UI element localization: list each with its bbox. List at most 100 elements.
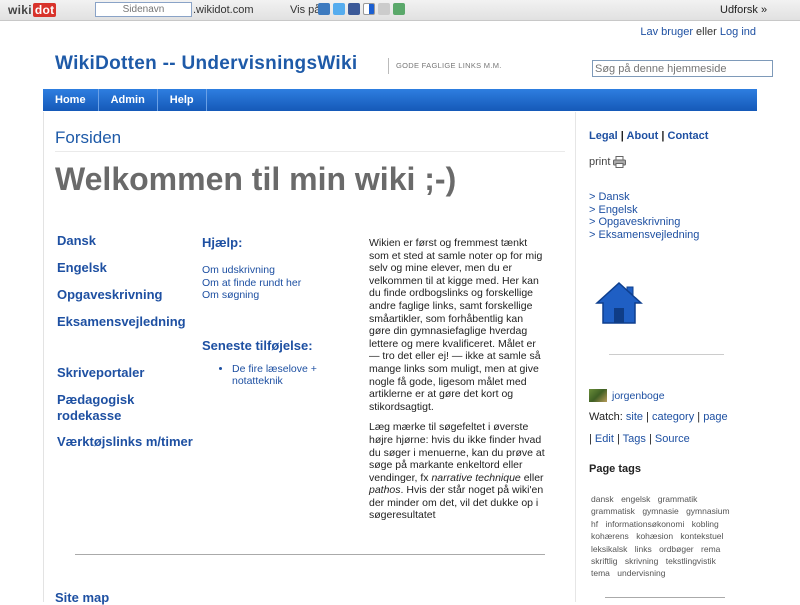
domain-suffix: .wikidot.com bbox=[193, 4, 254, 16]
welcome-heading: Welkommen til min wiki ;-) bbox=[55, 161, 457, 197]
link-engelsk[interactable]: Engelsk bbox=[57, 260, 193, 276]
page-actions: | Edit | Tags | Source bbox=[589, 433, 690, 445]
recent-list: De fire læselove + notatteknik bbox=[202, 363, 352, 387]
tag-link[interactable]: kobling bbox=[692, 519, 719, 529]
intro-text: Wikien er først og fremmest tænkt som et… bbox=[369, 237, 547, 530]
tag-link[interactable]: tekstlingvistik bbox=[666, 556, 716, 566]
wikidot-top-bar: wikidot .wikidot.com Vis på Udforsk » bbox=[0, 0, 800, 21]
tag-link[interactable]: hf bbox=[591, 519, 598, 529]
help-link-navigate[interactable]: Om at finde rundt her bbox=[202, 277, 352, 290]
intro-paragraph-1: Wikien er først og fremmest tænkt som et… bbox=[369, 237, 543, 413]
watch-row: Watch: site | category | page bbox=[589, 411, 728, 423]
tag-link[interactable]: dansk bbox=[591, 494, 614, 504]
tag-link[interactable]: kohæsion bbox=[636, 531, 673, 541]
legal-link[interactable]: Legal bbox=[589, 130, 618, 142]
link-skriveportaler[interactable]: Skriveportaler bbox=[57, 365, 193, 381]
help-link-print[interactable]: Om udskrivning bbox=[202, 264, 352, 277]
tag-link[interactable]: ordbøger bbox=[659, 544, 694, 554]
print-button[interactable]: print bbox=[589, 156, 627, 168]
about-link[interactable]: About bbox=[627, 130, 659, 142]
printer-icon bbox=[613, 156, 627, 168]
sidebar-divider bbox=[609, 354, 724, 355]
tag-link[interactable]: tema bbox=[591, 568, 610, 578]
watch-page-link[interactable]: page bbox=[703, 411, 727, 423]
tag-link[interactable]: undervisning bbox=[617, 568, 665, 578]
sidebar-item-dansk[interactable]: > Dansk bbox=[589, 191, 699, 204]
create-account-link[interactable]: Lav bruger bbox=[640, 26, 693, 38]
facebook-icon[interactable] bbox=[348, 3, 360, 15]
tag-link[interactable]: informationsøkonomi bbox=[605, 519, 684, 529]
help-column: Hjælp: Om udskrivning Om at finde rundt … bbox=[202, 235, 352, 387]
sidebar-subjects: > Dansk > Engelsk > Opgaveskrivning > Ek… bbox=[589, 191, 699, 241]
link-eksamensvejledning[interactable]: Eksamensvejledning bbox=[57, 314, 193, 330]
tag-link[interactable]: gymnasie bbox=[642, 506, 678, 516]
separator: | bbox=[616, 433, 620, 445]
tag-link[interactable]: engelsk bbox=[621, 494, 650, 504]
sidebar-item-engelsk[interactable]: > Engelsk bbox=[589, 204, 699, 217]
print-label: print bbox=[589, 156, 611, 168]
site-title[interactable]: WikiDotten -- UndervisningsWiki bbox=[55, 53, 357, 75]
sitemap-link[interactable]: Site map bbox=[55, 590, 109, 605]
recent-link[interactable]: De fire læselove + notatteknik bbox=[232, 363, 317, 387]
source-link[interactable]: Source bbox=[655, 433, 690, 445]
tag-link[interactable]: grammatisk bbox=[591, 506, 635, 516]
help-heading: Hjælp: bbox=[202, 235, 243, 250]
sidebar-item-opgaveskrivning[interactable]: > Opgaveskrivning bbox=[589, 216, 699, 229]
link-dansk[interactable]: Dansk bbox=[57, 233, 193, 249]
site-subtitle: GODE FAGLIGE LINKS M.M. bbox=[388, 58, 502, 74]
tag-link[interactable]: links bbox=[635, 544, 652, 554]
title-divider bbox=[55, 151, 565, 152]
help-link-search[interactable]: Om søgning bbox=[202, 289, 352, 302]
tag-cloud: dansk engelsk grammatik grammatisk gymna… bbox=[591, 493, 741, 580]
tag-link[interactable]: gymnasium bbox=[686, 506, 729, 516]
intro-paragraph-2: Læg mærke til søgefeltet i øverste højre… bbox=[369, 421, 545, 522]
recent-heading: Seneste tilføjelse: bbox=[202, 337, 313, 353]
contact-link[interactable]: Contact bbox=[668, 130, 709, 142]
nav-home[interactable]: Home bbox=[43, 89, 99, 111]
share-label: Vis på bbox=[290, 4, 321, 16]
digg-icon[interactable] bbox=[318, 3, 330, 15]
or-text: eller bbox=[696, 26, 717, 38]
separator: | bbox=[697, 411, 701, 423]
wikidot-logo-dot: dot bbox=[32, 3, 57, 17]
top-nav: Home Admin Help bbox=[43, 89, 757, 111]
watch-label: Watch: bbox=[589, 411, 623, 423]
link-vaerktoejslinks[interactable]: Værktøjslinks m/timer bbox=[57, 434, 193, 450]
tag-link[interactable]: leksikalsk bbox=[591, 544, 627, 554]
watch-category-link[interactable]: category bbox=[652, 411, 694, 423]
nav-help[interactable]: Help bbox=[158, 89, 207, 111]
edit-link[interactable]: Edit bbox=[595, 433, 614, 445]
tag-link[interactable]: grammatik bbox=[658, 494, 698, 504]
tags-link[interactable]: Tags bbox=[623, 433, 646, 445]
search-input[interactable] bbox=[592, 60, 773, 77]
separator: | bbox=[589, 433, 592, 445]
avatar[interactable] bbox=[589, 389, 607, 402]
tag-link[interactable]: skriftlig bbox=[591, 556, 617, 566]
watch-site-link[interactable]: site bbox=[626, 411, 643, 423]
tag-link[interactable]: kohærens bbox=[591, 531, 629, 541]
sitename-input[interactable] bbox=[95, 2, 192, 17]
link-opgaveskrivning[interactable]: Opgaveskrivning bbox=[57, 287, 193, 303]
separator: | bbox=[661, 130, 665, 142]
separator: | bbox=[620, 130, 624, 142]
stumbleupon-icon[interactable] bbox=[393, 3, 405, 15]
sidebar-bottom-divider bbox=[605, 597, 725, 598]
reddit-icon[interactable] bbox=[378, 3, 390, 15]
nav-admin[interactable]: Admin bbox=[99, 89, 158, 111]
home-icon[interactable] bbox=[595, 281, 643, 325]
tag-link[interactable]: skrivning bbox=[625, 556, 659, 566]
separator: | bbox=[646, 411, 649, 423]
twitter-icon[interactable] bbox=[333, 3, 345, 15]
explore-link[interactable]: Udforsk » bbox=[720, 4, 767, 16]
wikidot-logo-wiki: wiki bbox=[8, 3, 32, 17]
tag-link[interactable]: kontekstuel bbox=[680, 531, 723, 541]
delicious-icon[interactable] bbox=[363, 3, 375, 15]
tag-link[interactable]: rema bbox=[701, 544, 720, 554]
share-icons bbox=[318, 3, 405, 15]
link-paedagogisk-rodekasse[interactable]: Pædagogisk rodekasse bbox=[57, 392, 167, 424]
page-title: Forsiden bbox=[55, 128, 122, 147]
login-link[interactable]: Log ind bbox=[720, 26, 756, 38]
wikidot-logo[interactable]: wiki dot bbox=[8, 3, 57, 17]
sidebar-item-eksamensvejledning[interactable]: > Eksamensvejledning bbox=[589, 229, 699, 242]
username-link[interactable]: jorgenboge bbox=[612, 390, 665, 402]
